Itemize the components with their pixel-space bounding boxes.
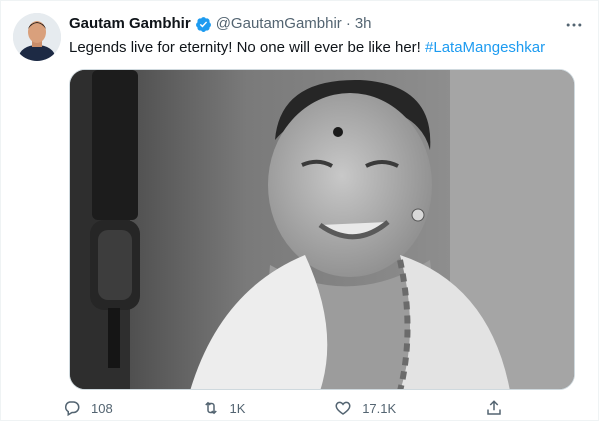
retweet-icon bbox=[204, 401, 217, 415]
display-name[interactable]: Gautam Gambhir bbox=[69, 14, 191, 34]
more-options-icon[interactable] bbox=[564, 15, 584, 35]
tweet-body: Legends live for eternity! No one will e… bbox=[69, 39, 426, 56]
reply-count: 108 bbox=[91, 400, 113, 416]
photo-image bbox=[70, 70, 574, 389]
separator-dot: · bbox=[345, 15, 351, 32]
heart-icon bbox=[335, 401, 351, 415]
retweet-button[interactable]: 1K bbox=[202, 399, 246, 417]
tweet-photo[interactable] bbox=[69, 69, 575, 390]
like-button[interactable]: 17.1K bbox=[334, 399, 396, 417]
tweet-card[interactable]: Gautam Gambhir @GautamGambhir · 3h Legen… bbox=[0, 0, 599, 421]
tweet-header: Gautam Gambhir @GautamGambhir · 3h bbox=[69, 14, 558, 34]
timestamp[interactable]: 3h bbox=[355, 14, 372, 34]
share-button[interactable] bbox=[485, 399, 503, 417]
like-count: 17.1K bbox=[362, 400, 397, 416]
avatar[interactable] bbox=[13, 13, 61, 61]
user-handle[interactable]: @GautamGambhir bbox=[216, 14, 342, 34]
reply-icon bbox=[64, 401, 80, 417]
share-icon bbox=[487, 400, 501, 415]
avatar-image bbox=[13, 13, 61, 61]
retweet-count: 1K bbox=[229, 400, 246, 416]
tweet-actions: 108 1K 17.1K bbox=[63, 399, 503, 417]
hashtag-link[interactable]: #LataMangeshkar bbox=[425, 39, 545, 56]
verified-badge-icon bbox=[195, 16, 211, 32]
reply-button[interactable]: 108 bbox=[63, 399, 113, 417]
tweet-text: Legends live for eternity! No one will e… bbox=[69, 38, 586, 58]
